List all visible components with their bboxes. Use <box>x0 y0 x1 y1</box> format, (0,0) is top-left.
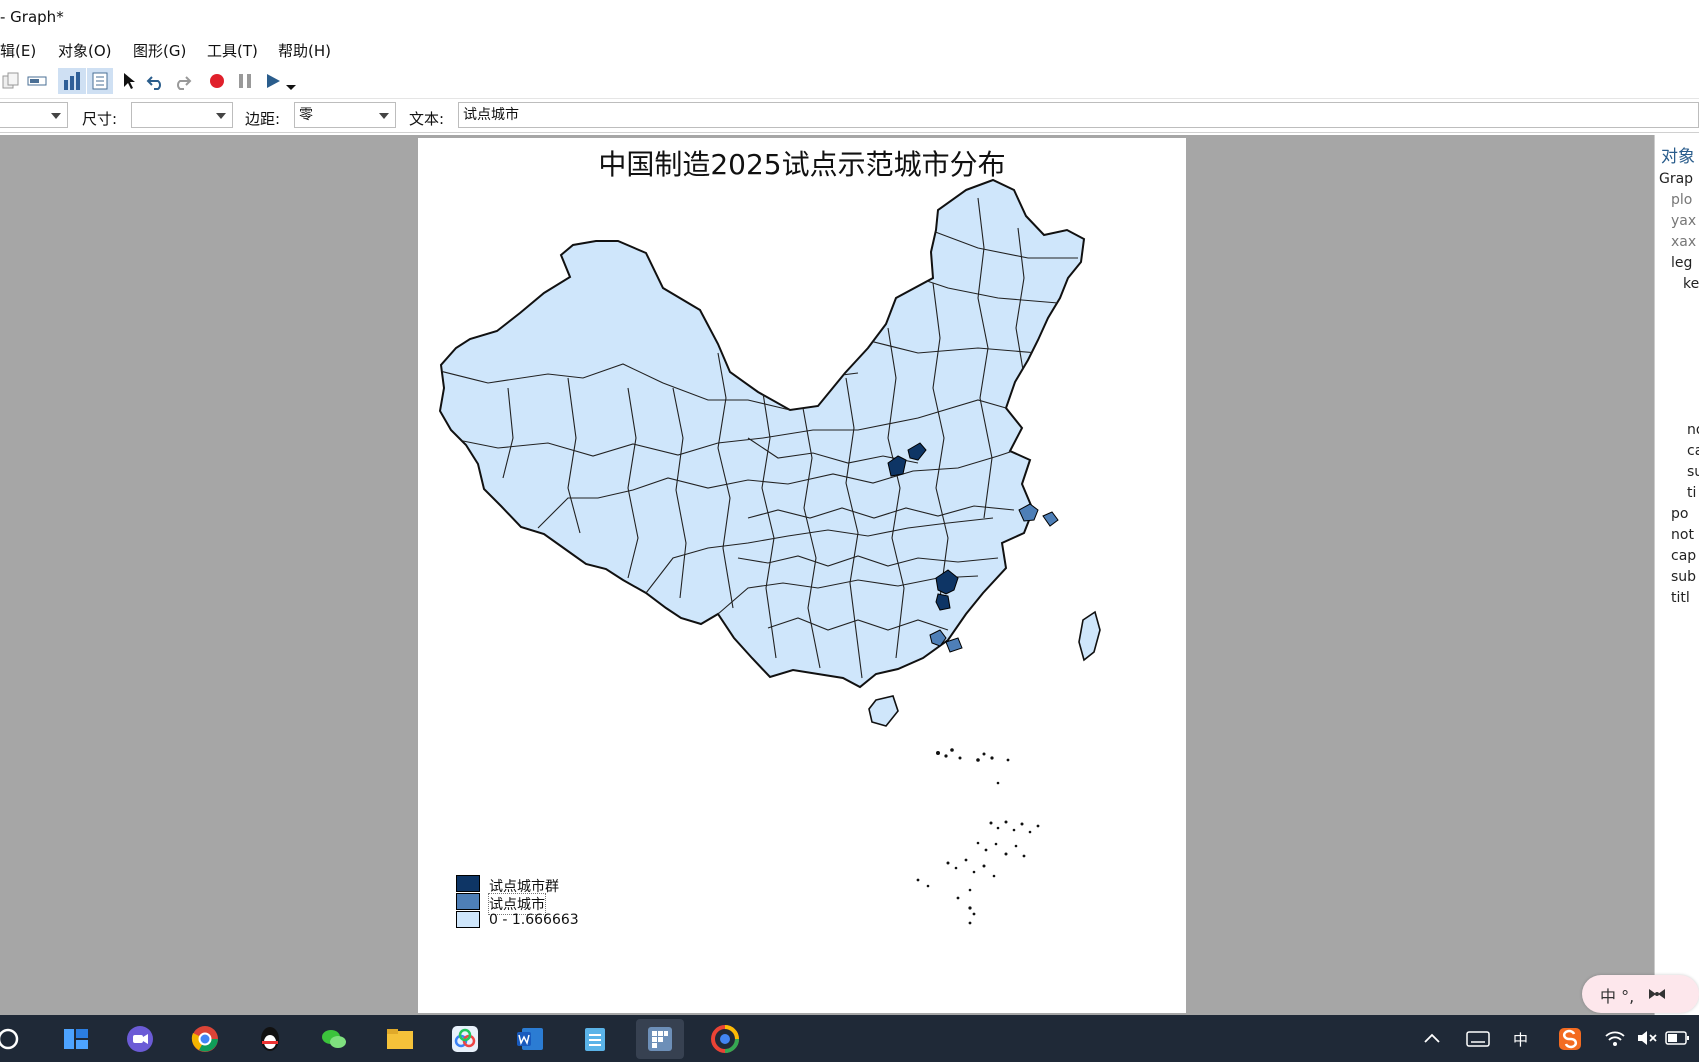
text-input-value: 试点城市 <box>463 107 519 123</box>
bar-chart-icon <box>64 72 80 90</box>
rename-button[interactable] <box>24 68 50 94</box>
ime-widget[interactable]: 中 °, <box>1582 975 1699 1013</box>
chevron-down-icon <box>379 113 389 119</box>
search-icon[interactable] <box>0 1025 22 1053</box>
legend-label-cluster[interactable]: 试点城市群 <box>489 876 559 896</box>
tree-item-note[interactable]: no <box>1687 422 1699 438</box>
toolbar <box>0 64 1699 99</box>
redo-button[interactable] <box>170 68 194 94</box>
tree-item-graph[interactable]: Grap <box>1659 171 1693 187</box>
legend-label-base[interactable]: 0 - 1.666663 <box>489 912 579 928</box>
pointer-icon <box>124 73 135 89</box>
tree-item-subtitle-root[interactable]: sub <box>1671 569 1696 585</box>
wechat-icon[interactable] <box>320 1025 348 1053</box>
tree-item-title[interactable]: ti <box>1687 485 1696 501</box>
pause-icon <box>239 74 251 88</box>
menu-edit[interactable]: 辑(E) <box>0 40 36 61</box>
tree-item-note-root[interactable]: not <box>1671 527 1694 543</box>
tree-item-subtitle[interactable]: su <box>1687 464 1699 480</box>
legend-swatch-cluster <box>456 875 480 892</box>
menu-bar: 辑(E) 对象(O) 图形(G) 工具(T) 帮助(H) <box>0 36 1699 64</box>
pause-button[interactable] <box>234 68 256 94</box>
keyboard-icon[interactable] <box>1466 1031 1490 1047</box>
sogou-icon[interactable] <box>1558 1027 1582 1051</box>
undo-icon <box>146 76 161 90</box>
wifi-icon[interactable] <box>1604 1029 1626 1047</box>
browser-icon <box>92 72 108 90</box>
taiwan-region[interactable] <box>1078 610 1101 662</box>
graph-editor-button[interactable] <box>58 68 86 94</box>
legend-swatch-city <box>456 893 480 910</box>
tree-item-title-root[interactable]: titl <box>1671 590 1690 606</box>
margin-value: 零 <box>299 107 313 123</box>
tree-item-caption-root[interactable]: cap <box>1671 548 1696 564</box>
battery-icon[interactable] <box>1665 1030 1691 1046</box>
word-icon[interactable] <box>516 1025 544 1053</box>
title-bar: - Graph* <box>0 0 1699 36</box>
menu-graph[interactable]: 图形(G) <box>133 40 186 61</box>
chevron-up-icon[interactable] <box>1423 1031 1441 1045</box>
ime-indicator[interactable]: 中 <box>1513 1029 1528 1050</box>
hainan-region[interactable] <box>868 695 899 727</box>
graph-workspace: 中国制造2025试点示范城市分布 试点城市群 试点城市 0 - 1.666663 <box>0 135 1654 1015</box>
margin-label: 边距: <box>245 110 281 128</box>
first-combo[interactable] <box>0 102 68 128</box>
volume-muted-icon[interactable] <box>1636 1029 1658 1047</box>
text-input[interactable]: 试点城市 <box>458 102 1699 128</box>
chrome-icon[interactable] <box>191 1025 219 1053</box>
stata-icon[interactable] <box>646 1025 674 1053</box>
video-call-icon[interactable] <box>126 1025 154 1053</box>
legend-swatch-base <box>456 911 480 928</box>
size-combo[interactable] <box>131 102 233 128</box>
object-panel-title: 对象 <box>1661 147 1695 167</box>
bow-icon <box>1649 989 1665 999</box>
taskbar: 中 <box>0 1015 1699 1062</box>
pilot-city-region[interactable] <box>1042 511 1059 527</box>
tree-item-xaxis[interactable]: xax <box>1671 234 1696 250</box>
notepad-icon[interactable] <box>581 1025 609 1053</box>
record-button[interactable] <box>206 68 228 94</box>
object-browser-button[interactable] <box>87 68 113 94</box>
copy-button[interactable] <box>0 68 22 94</box>
tree-item-legend[interactable]: leg <box>1671 255 1692 271</box>
widgets-icon[interactable] <box>62 1025 90 1053</box>
redo-icon <box>177 76 192 90</box>
window-title: - Graph* <box>0 8 64 26</box>
size-label: 尺寸: <box>82 110 118 128</box>
play-button[interactable] <box>262 68 284 94</box>
rename-icon <box>27 76 47 86</box>
object-browser-panel: 对象 Grap plo yax xax leg ke no ca su ti p… <box>1654 135 1699 1015</box>
pointer-tool-button[interactable] <box>117 68 141 94</box>
menu-help[interactable]: 帮助(H) <box>278 40 331 61</box>
tree-item-yaxis[interactable]: yax <box>1671 213 1696 229</box>
tree-item-key[interactable]: ke <box>1683 276 1699 292</box>
qq-icon[interactable] <box>256 1025 284 1053</box>
ime-label: 中 °, <box>1600 987 1635 1006</box>
menu-object[interactable]: 对象(O) <box>58 40 112 61</box>
tree-item-positions[interactable]: po <box>1671 506 1688 522</box>
tree-item-caption[interactable]: ca <box>1687 443 1699 459</box>
graph-canvas[interactable]: 中国制造2025试点示范城市分布 试点城市群 试点城市 0 - 1.666663 <box>418 138 1186 1013</box>
copy-icon <box>2 72 19 89</box>
property-bar: 尺寸: 边距: 零 文本: 试点城市 <box>0 100 1699 133</box>
margin-combo[interactable]: 零 <box>294 102 396 128</box>
legend-label-city[interactable]: 试点城市 <box>488 893 546 915</box>
record-icon <box>210 74 224 88</box>
south-sea-islands <box>916 748 1040 925</box>
chevron-down-icon <box>216 113 226 119</box>
play-dropdown-button[interactable] <box>284 68 298 94</box>
file-explorer-icon[interactable] <box>386 1025 414 1053</box>
play-icon <box>267 74 280 88</box>
browser-edge-icon[interactable] <box>711 1025 739 1053</box>
tree-item-plotregion[interactable]: plo <box>1671 192 1692 208</box>
app-cloud-icon[interactable] <box>451 1025 479 1053</box>
text-label: 文本: <box>409 110 445 128</box>
chevron-down-icon <box>51 113 61 119</box>
menu-tools[interactable]: 工具(T) <box>207 40 258 61</box>
undo-button[interactable] <box>144 68 168 94</box>
chevron-down-icon <box>286 85 296 90</box>
